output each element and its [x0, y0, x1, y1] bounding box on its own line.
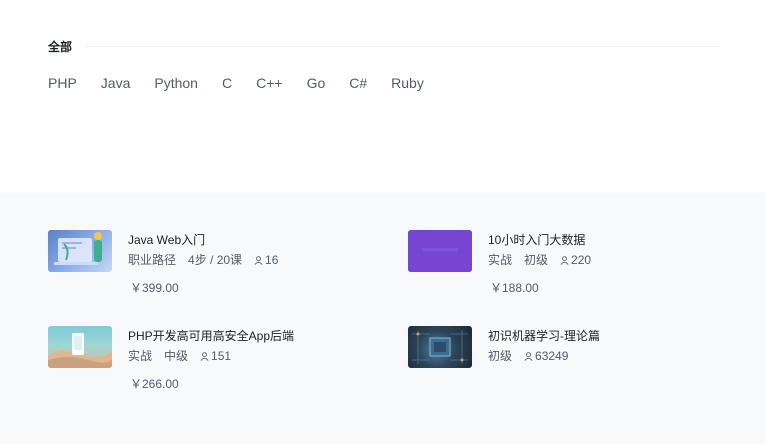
student-count-value: 220	[571, 253, 592, 267]
course-thumbnail[interactable]	[48, 230, 112, 272]
course-meta: 实战 初级 220	[488, 251, 603, 269]
course-price: ￥399.00	[130, 281, 179, 295]
person-icon	[560, 255, 569, 265]
lang-ruby[interactable]: Ruby	[391, 74, 424, 92]
course-list: Java Web入门 职业路径 4步 / 20课 16 ￥399.00 10小时…	[0, 193, 765, 444]
lang-python[interactable]: Python	[154, 74, 198, 92]
course-tag: 初级	[524, 253, 549, 267]
course-info: 初识机器学习-理论篇 初级 63249	[488, 326, 600, 368]
course-title[interactable]: 初识机器学习-理论篇	[488, 327, 600, 345]
category-section: 全部 PHP Java Python C C++ Go C# Ruby	[0, 0, 765, 193]
student-count: 151	[200, 347, 231, 365]
course-title[interactable]: PHP开发高可用高安全App后端	[128, 327, 294, 345]
course-price: ￥188.00	[490, 281, 539, 295]
student-count: 63249	[524, 347, 568, 365]
course-card[interactable]: Java Web入门 职业路径 4步 / 20课 16 ￥399.00	[48, 230, 290, 297]
laptop-code-illustration-icon	[54, 232, 102, 265]
circuit-chip-image-icon	[412, 330, 468, 364]
lang-php[interactable]: PHP	[48, 74, 77, 92]
purple-banner-icon	[408, 230, 472, 272]
course-info: 10小时入门大数据 实战 初级 220 ￥188.00	[488, 230, 603, 297]
student-count: 220	[560, 251, 591, 269]
course-info: PHP开发高可用高安全App后端 实战 中级 151 ￥266.00	[128, 326, 294, 393]
course-info: Java Web入门 职业路径 4步 / 20课 16 ￥399.00	[128, 230, 290, 297]
course-card[interactable]: 10小时入门大数据 实战 初级 220 ￥188.00	[408, 230, 603, 297]
student-count-value: 63249	[535, 349, 569, 363]
student-count-value: 151	[211, 349, 232, 363]
course-title[interactable]: Java Web入门	[128, 231, 290, 249]
person-icon	[200, 351, 209, 361]
course-tag: 4步 / 20课	[188, 253, 243, 267]
course-card[interactable]: 初识机器学习-理论篇 初级 63249	[408, 326, 600, 368]
landscape-phone-illustration-icon	[48, 333, 112, 368]
course-thumbnail[interactable]	[48, 326, 112, 368]
lang-cpp[interactable]: C++	[256, 74, 282, 92]
course-price: ￥266.00	[130, 377, 179, 391]
course-card[interactable]: PHP开发高可用高安全App后端 实战 中级 151 ￥266.00	[48, 326, 294, 393]
course-thumbnail[interactable]	[408, 326, 472, 368]
divider	[84, 46, 720, 47]
course-meta: 职业路径 4步 / 20课 16	[128, 251, 290, 269]
course-tag: 初级	[488, 349, 513, 363]
course-title[interactable]: 10小时入门大数据	[488, 231, 603, 249]
course-thumbnail[interactable]	[408, 230, 472, 272]
lang-go[interactable]: Go	[307, 74, 326, 92]
category-title: 全部	[48, 40, 73, 54]
language-filter: PHP Java Python C C++ Go C# Ruby	[48, 74, 448, 92]
lang-c[interactable]: C	[222, 74, 232, 92]
course-meta: 初级 63249	[488, 347, 600, 365]
student-count-value: 16	[265, 253, 279, 267]
course-tag: 实战	[488, 253, 513, 267]
course-tag: 中级	[164, 349, 189, 363]
lang-csharp[interactable]: C#	[349, 74, 367, 92]
person-icon	[524, 351, 533, 361]
course-tag: 职业路径	[128, 253, 177, 267]
person-icon	[254, 255, 263, 265]
course-tag: 实战	[128, 349, 153, 363]
course-meta: 实战 中级 151	[128, 347, 294, 365]
student-count: 16	[254, 251, 278, 269]
category-header: 全部	[48, 38, 720, 55]
lang-java[interactable]: Java	[101, 74, 131, 92]
